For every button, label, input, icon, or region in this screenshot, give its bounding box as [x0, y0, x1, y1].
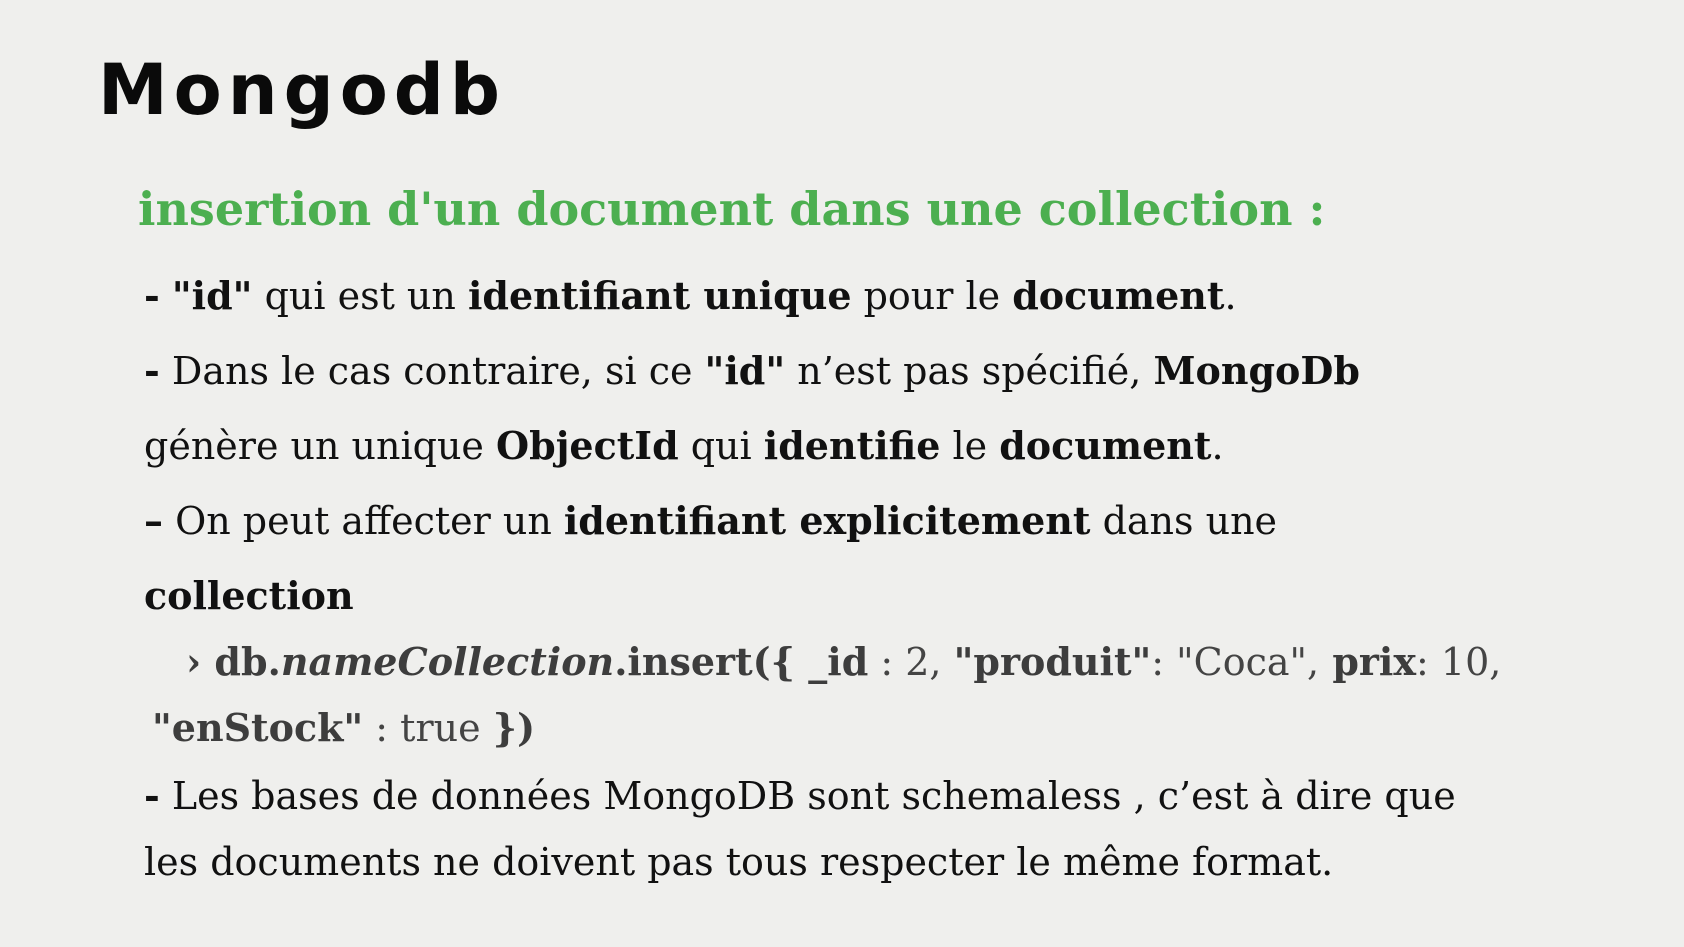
bullet-line-id: - "id" qui est un identifiant unique pou…: [144, 272, 1237, 320]
bullet-line-explicit: – On peut affecter un identifiant explic…: [144, 497, 1277, 545]
code-italic: nameCollection: [280, 639, 615, 684]
code-line-insert: › db.nameCollection.insert({ _id : 2, "p…: [186, 638, 1501, 686]
code-bold: db.: [201, 639, 281, 684]
bullet-dash: -: [144, 273, 160, 318]
bold-text: document: [1012, 273, 1225, 318]
bullet-line-contrary: - Dans le cas contraire, si ce "id" n’es…: [144, 347, 1360, 395]
code-bold: "enStock": [152, 705, 364, 750]
bullet-dash: -: [144, 773, 160, 818]
bullet-dash: -: [144, 348, 160, 393]
text-line-collection: collection: [144, 572, 354, 620]
text: dans une: [1090, 499, 1278, 543]
code-text: : true: [363, 706, 493, 750]
text: Dans le cas contraire, si ce: [159, 349, 705, 393]
code-line-enstock: "enStock" : true }): [152, 704, 535, 752]
bold-text: ObjectId: [496, 423, 679, 468]
code-text: : 10,: [1416, 640, 1502, 684]
text: qui: [678, 424, 764, 468]
text: génère un unique: [144, 424, 497, 468]
slide-title: Mongodb: [98, 49, 506, 131]
code-bold: }): [492, 705, 536, 750]
bold-text: collection: [144, 573, 354, 618]
text: .: [1211, 424, 1224, 468]
text: pour le: [851, 274, 1013, 318]
text: les documents ne doivent pas tous respec…: [144, 840, 1334, 884]
bold-text: document: [999, 423, 1212, 468]
code-text: : "Coca",: [1151, 640, 1320, 684]
bullet-dash: –: [144, 498, 163, 543]
slide: Mongodb insertion d'un document dans une…: [0, 0, 1684, 947]
text: qui est un: [252, 274, 468, 318]
bold-text: "id": [171, 273, 253, 318]
bold-text: identifie: [763, 423, 941, 468]
text: le: [940, 424, 1000, 468]
bullet-line-schemaless: - Les bases de données MongoDB sont sche…: [144, 772, 1456, 820]
slide-subtitle: insertion d'un document dans une collect…: [138, 182, 1326, 236]
chevron-right-icon: ›: [186, 639, 202, 684]
text: .: [1224, 274, 1237, 318]
bold-text: MongoDb: [1153, 348, 1360, 393]
code-bold: "produit": [953, 639, 1152, 684]
text: Les bases de données MongoDB sont schema…: [159, 774, 1456, 818]
code-text: : 2,: [868, 640, 954, 684]
bold-text: identifiant explicitement: [563, 498, 1091, 543]
bold-text: "id": [704, 348, 786, 393]
text-line-objectid: génère un unique ObjectId qui identifie …: [144, 422, 1224, 470]
bold-text: identifiant unique: [467, 273, 852, 318]
text-line-format: les documents ne doivent pas tous respec…: [144, 838, 1333, 886]
code-bold: prix: [1319, 639, 1417, 684]
code-bold: .insert({ _id: [614, 639, 869, 684]
text: n’est pas spécifié,: [785, 349, 1154, 393]
text: On peut affecter un: [163, 499, 564, 543]
